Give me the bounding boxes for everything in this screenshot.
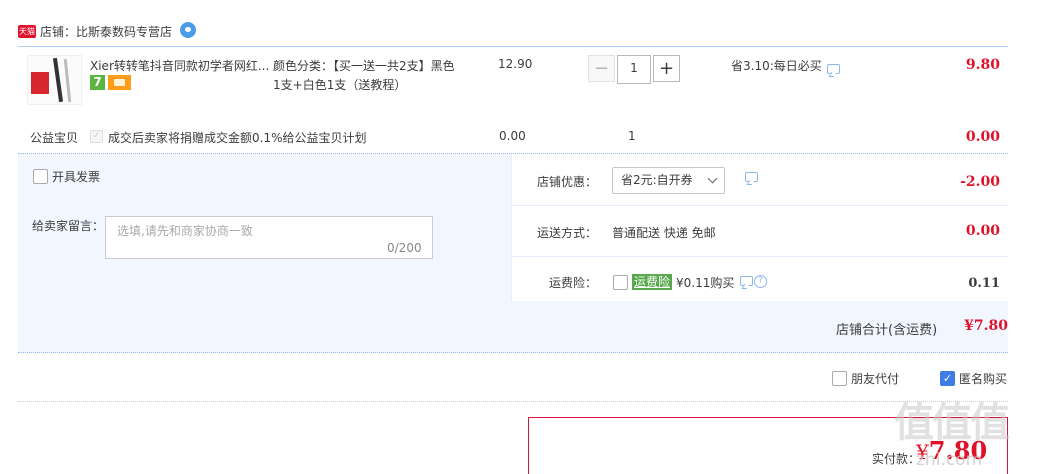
friend-pay-label: 朋友代付 — [851, 372, 900, 386]
message-label: 给卖家留言： — [32, 219, 105, 233]
charity-price: 0.00 — [499, 129, 526, 143]
invoice-option[interactable]: 开具发票 — [33, 168, 100, 185]
insurance-checkbox[interactable] — [613, 275, 628, 290]
store-total: ¥7.80 — [964, 318, 1008, 334]
pay-label: 实付款： — [872, 452, 921, 466]
message-placeholder: 选填,请先和商家协商一致 — [117, 224, 253, 238]
message-char-count: 0/200 — [387, 241, 422, 255]
insurance-price: ¥0.11购买 — [676, 276, 735, 290]
anonymous-label: 匿名购买 — [959, 372, 1008, 386]
invoice-label: 开具发票 — [52, 170, 101, 184]
charity-qty: 1 — [628, 129, 636, 143]
coupon-label: 店铺优惠： — [537, 175, 598, 189]
credit-card-icon — [108, 75, 131, 90]
insurance-tag[interactable]: 运费险 — [632, 274, 673, 290]
chevron-down-icon — [707, 173, 718, 184]
watermark-text: zhi.com — [916, 450, 983, 470]
coupon-info-icon[interactable] — [745, 172, 758, 182]
shipping-total: 0.00 — [965, 223, 1000, 239]
coupon-value: 省2元:自开券 — [621, 173, 693, 187]
charity-total: 0.00 — [965, 129, 1000, 145]
shipping-label: 运送方式： — [537, 226, 598, 240]
quantity-stepper: − 1 + — [588, 55, 680, 84]
product-badges: 7 — [90, 75, 131, 90]
product-thumbnail[interactable] — [27, 55, 82, 105]
store-header: 天猫 店铺：比斯泰数码专营店 — [18, 22, 197, 40]
insurance-chat-icon[interactable] — [740, 276, 753, 286]
anonymous-buy-option[interactable]: ✓ 匿名购买 — [940, 370, 1007, 387]
insurance-icons: ? — [740, 275, 767, 288]
insurance-total: 0.11 — [968, 276, 1000, 291]
quantity-minus-button[interactable]: − — [588, 55, 615, 82]
quantity-plus-button[interactable]: + — [653, 55, 680, 82]
store-name[interactable]: 店铺：比斯泰数码专营店 — [40, 23, 172, 40]
product-spec: 颜色分类：【买一送一共2支】黑色1支+白色1支（送教程） — [273, 59, 455, 92]
seven-day-return-icon: 7 — [90, 75, 105, 90]
wangwang-chat-icon[interactable] — [180, 22, 197, 38]
promo-info-icon[interactable] — [826, 63, 840, 74]
unit-price: 12.90 — [498, 57, 533, 71]
panel-divider — [511, 154, 512, 301]
promo-text: 省3.10:每日必买 — [731, 59, 822, 73]
help-icon[interactable]: ? — [754, 275, 767, 288]
item-promo: 省3.10:每日必买 — [731, 57, 840, 74]
tmall-badge: 天猫 — [18, 24, 36, 38]
charity-checkbox: ✓ — [90, 130, 103, 143]
friend-pay-checkbox[interactable] — [832, 371, 847, 386]
insurance-label: 运费险： — [549, 276, 598, 290]
charity-text: 成交后卖家将捐赠成交金额0.1%给公益宝贝计划 — [108, 131, 367, 145]
options-divider — [18, 401, 1008, 402]
store-total-label: 店铺合计(含运费) — [836, 323, 938, 338]
item-total: 9.80 — [965, 57, 1000, 73]
quantity-input[interactable]: 1 — [618, 56, 650, 83]
shipping-method: 普通配送 快递 免邮 — [612, 226, 716, 240]
header-divider — [18, 46, 1008, 47]
anonymous-checkbox[interactable]: ✓ — [940, 371, 955, 386]
coupon-select[interactable]: 省2元:自开券 — [612, 167, 725, 194]
coupon-total: -2.00 — [960, 174, 1000, 190]
charity-label: 公益宝贝 — [30, 131, 79, 145]
friend-pay-option[interactable]: 朋友代付 — [832, 370, 899, 387]
product-title-link[interactable]: Xier转转笔抖音同款初学者网红... — [90, 57, 270, 74]
invoice-checkbox[interactable] — [33, 169, 48, 184]
